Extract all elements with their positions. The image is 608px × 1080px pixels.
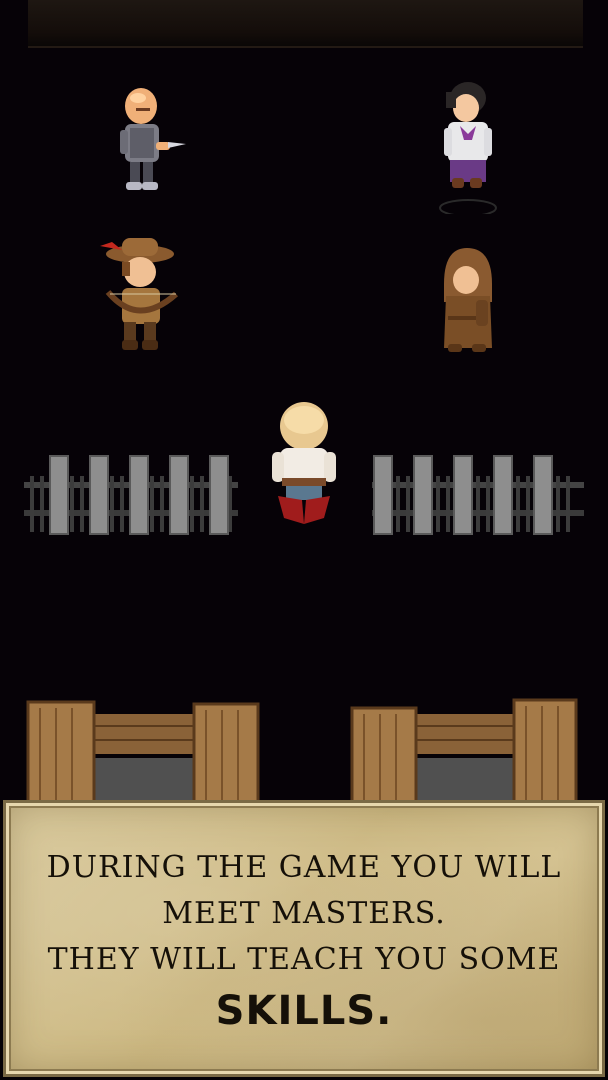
noble-master[interactable] [432, 78, 504, 214]
player-hero[interactable] [266, 400, 342, 528]
game-scene [0, 0, 608, 800]
bald-warrior-master[interactable] [108, 84, 190, 200]
dialog-line-2: MEET MASTERS. [162, 895, 446, 931]
monk-master[interactable] [436, 244, 498, 358]
dialog-line-3: THEY WILL TEACH YOU SOME [47, 941, 561, 977]
top-wall [28, 0, 583, 48]
left-fence [24, 455, 238, 535]
left-crates [26, 700, 260, 800]
hunter-master[interactable] [94, 232, 186, 356]
tutorial-dialog-box[interactable]: DURING THE GAME YOU WILL MEET MASTERS. T… [3, 800, 605, 1077]
dialog-line-4: SKILLS. [215, 987, 393, 1034]
right-fence [372, 455, 584, 535]
dialog-line-1: DURING THE GAME YOU WILL [46, 849, 562, 885]
right-crates [350, 698, 578, 800]
